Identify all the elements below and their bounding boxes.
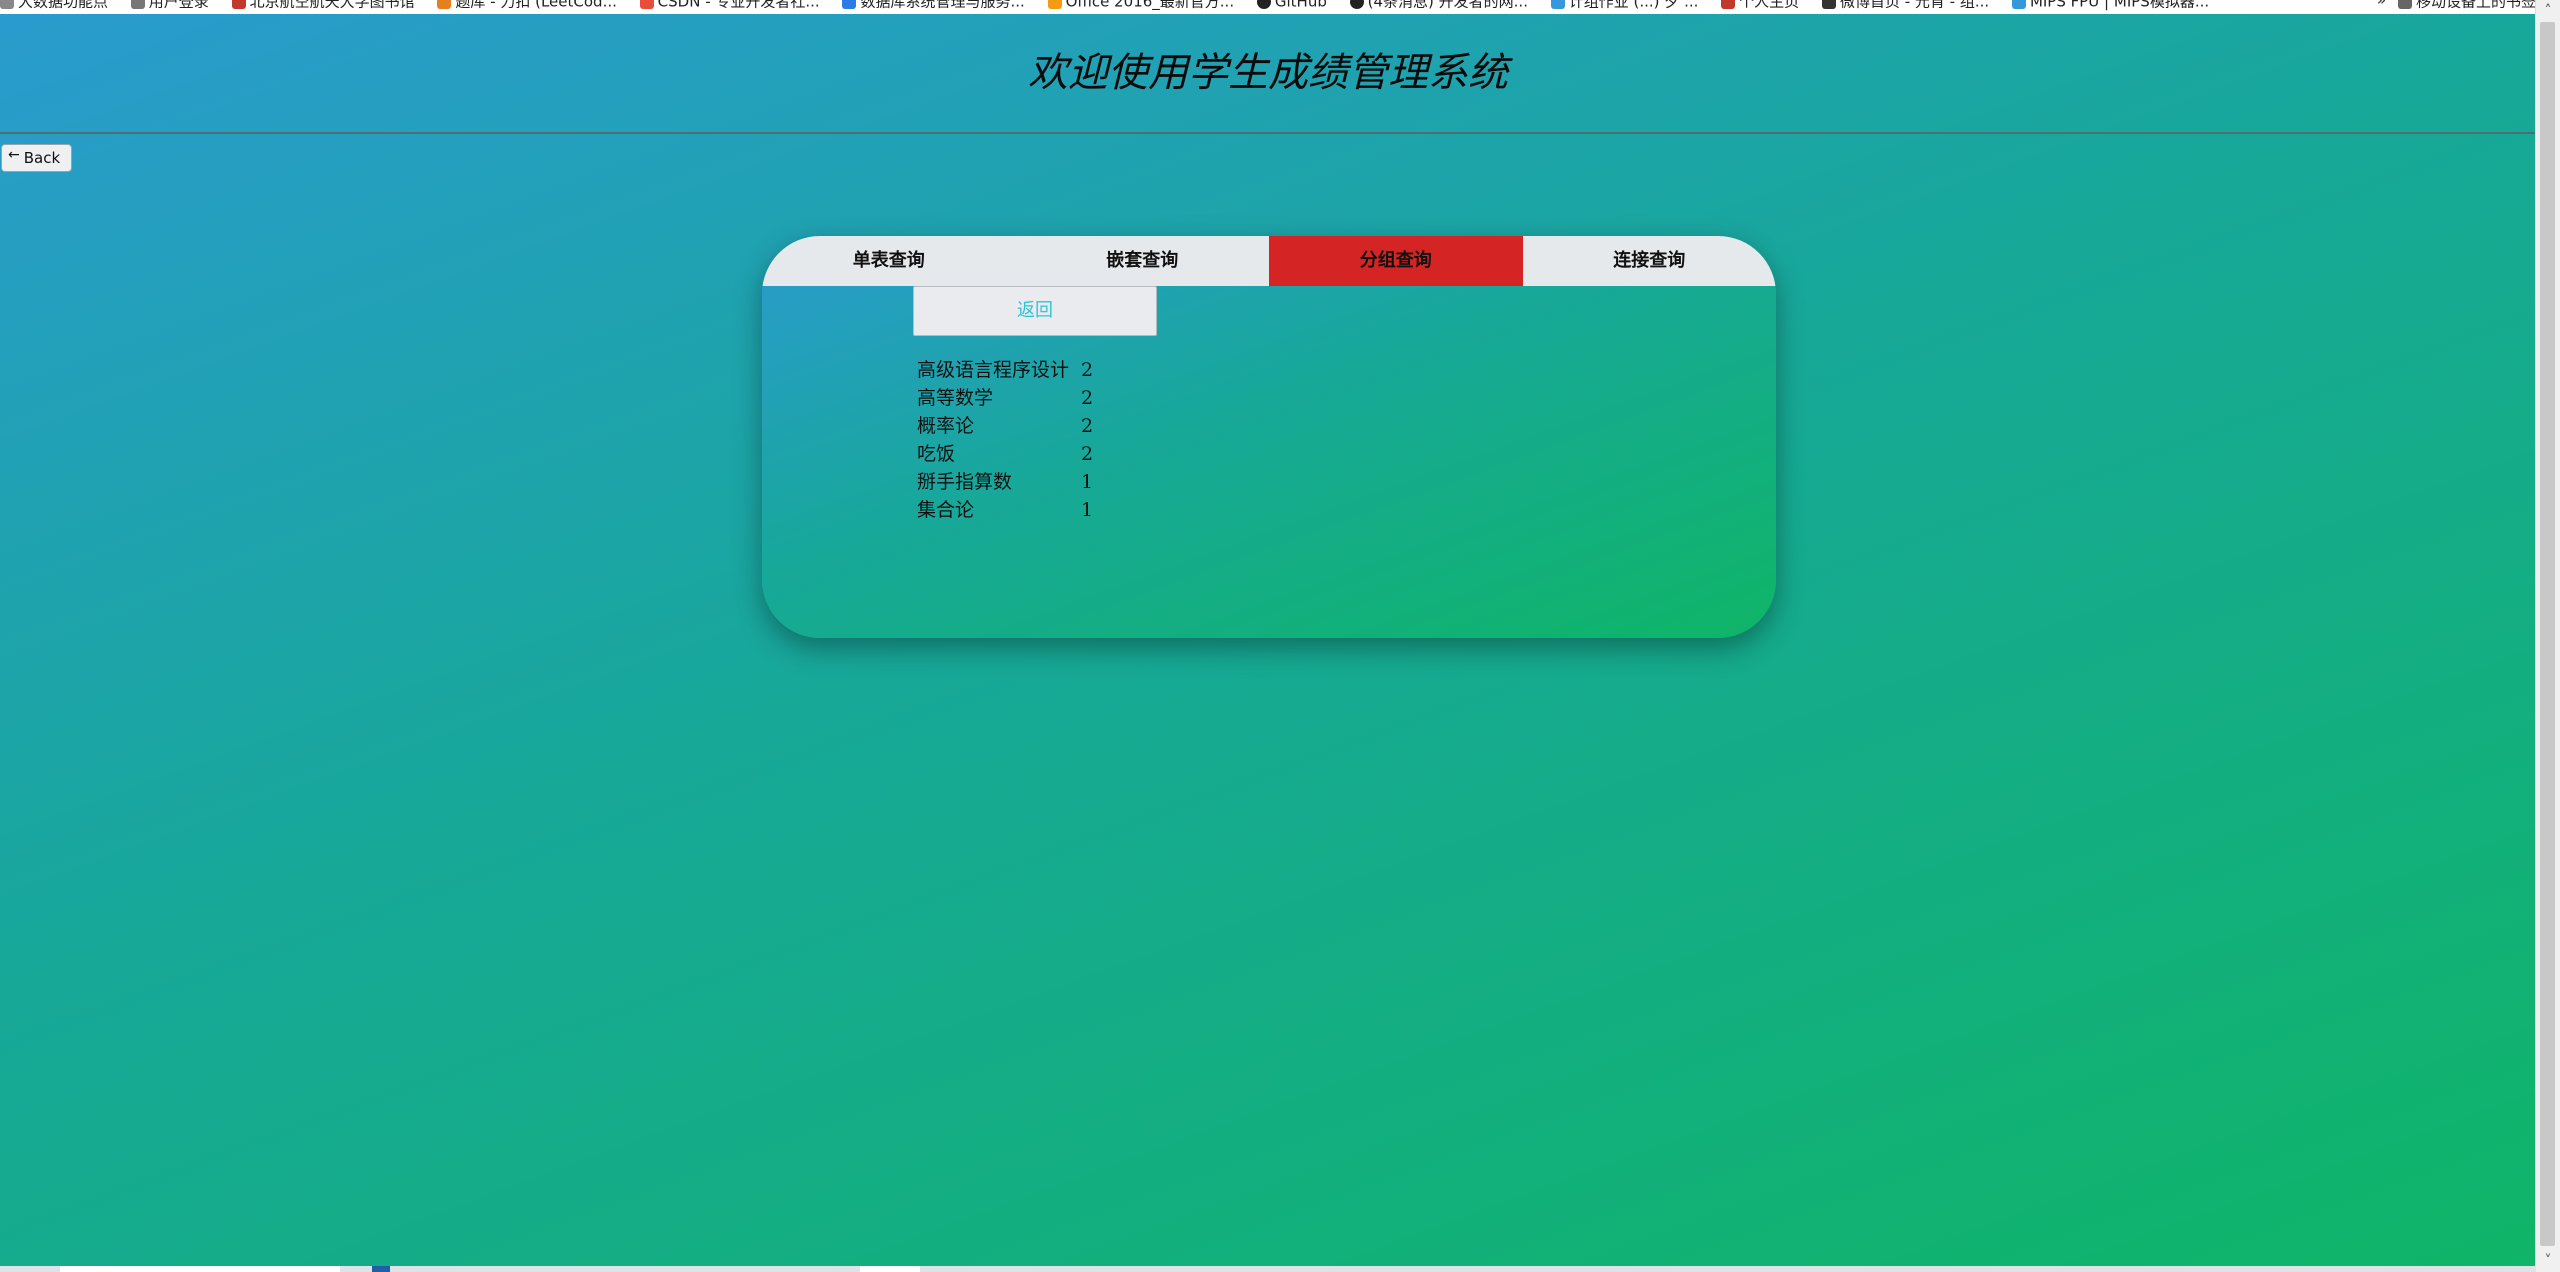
bookmark-item[interactable]: 计组作业 (...) 夕 ... <box>1550 0 1699 11</box>
bookmarks-more-button[interactable]: » <box>2377 0 2386 8</box>
bookmark-label: 个人主页 <box>1739 0 1800 11</box>
page-title: 欢迎使用学生成绩管理系统 <box>1028 50 1508 96</box>
course-count: 1 <box>1081 499 1094 521</box>
scroll-up-icon[interactable]: ˄ <box>2536 0 2560 22</box>
header: 欢迎使用学生成绩管理系统 <box>0 14 2536 134</box>
list-item: 高等数学 2 <box>917 384 1111 412</box>
bookmark-item[interactable]: CSDN - 专业开发者社... <box>639 0 820 11</box>
bookmark-icon <box>1047 0 1062 9</box>
bookmark-icon <box>130 0 145 9</box>
return-button[interactable]: 返回 <box>913 286 1157 336</box>
bookmark-label: GitHub <box>1274 0 1327 11</box>
bookmark-item[interactable]: 北京航空航天大学图书馆 <box>231 0 415 11</box>
bookmarks-bar: 大数据功能点 用户登录 北京航空航天大学图书馆 题库 - 力扣 (LeetCod… <box>0 0 2536 14</box>
group-results-list: 高级语言程序设计 2 高等数学 2 概率论 2 吃饭 2 掰手指算数 1 集合论… <box>917 356 1111 524</box>
bookmark-item[interactable]: MIPS FPU | MIPS模拟器... <box>2011 0 2210 11</box>
bookmark-item[interactable]: 个人主页 <box>1721 0 1799 9</box>
course-count: 1 <box>1081 471 1094 493</box>
query-tabs: 单表查询 嵌套查询 分组查询 连接查询 <box>762 236 1776 286</box>
bookmark-icon <box>1821 0 1836 9</box>
tab-nested-query[interactable]: 嵌套查询 <box>1015 236 1269 286</box>
course-name: 吃饭 <box>917 443 956 465</box>
bookmark-item[interactable]: 题库 - 力扣 (LeetCod... <box>437 0 617 11</box>
vertical-scrollbar[interactable]: ˄ ˅ <box>2535 0 2560 1272</box>
course-count: 2 <box>1081 359 1094 381</box>
course-name: 掰手指算数 <box>917 471 1013 493</box>
bookmark-item[interactable]: Office 2016_最新官方... <box>1047 0 1235 11</box>
bookmark-label: MIPS FPU | MIPS模拟器... <box>2029 0 2210 11</box>
strip-segment <box>860 1266 920 1272</box>
tab-join-query[interactable]: 连接查询 <box>1522 236 1776 286</box>
list-item: 概率论 2 <box>917 412 1111 440</box>
folder-icon <box>2397 0 2412 9</box>
bookmark-label: 用户登录 <box>148 0 209 11</box>
bookmark-label: 题库 - 力扣 (LeetCod... <box>455 0 617 11</box>
bookmark-icon <box>842 0 857 9</box>
bookmark-label: 微博首页 - 元宵 - 组... <box>1839 0 1990 11</box>
bookmark-label: 大数据功能点 <box>18 0 109 11</box>
tab-single-table-query[interactable]: 单表查询 <box>762 236 1016 286</box>
back-button-label: Back <box>23 149 61 167</box>
bookmark-icon <box>1721 0 1736 9</box>
bookmark-icon <box>639 0 654 9</box>
bookmark-label: 北京航空航天大学图书馆 <box>249 0 415 11</box>
list-item: 高级语言程序设计 2 <box>917 356 1111 384</box>
bookmark-icon <box>0 0 14 9</box>
course-name: 集合论 <box>917 499 975 521</box>
bookmark-icon <box>437 0 452 9</box>
bookmark-icon <box>2011 0 2026 9</box>
bookmark-icon <box>1550 0 1565 9</box>
course-count: 2 <box>1081 415 1094 437</box>
course-name: 高级语言程序设计 <box>917 359 1070 381</box>
bookmark-item[interactable]: 大数据功能点 <box>0 0 108 9</box>
bookmark-item[interactable]: 数据库系统管理与服务... <box>842 0 1025 11</box>
bookmark-label: CSDN - 专业开发者社... <box>657 0 820 11</box>
course-count: 2 <box>1081 387 1094 409</box>
github-icon <box>1256 0 1271 9</box>
bookmark-label: Office 2016_最新官方... <box>1065 0 1235 11</box>
scrollbar-thumb[interactable] <box>2540 22 2555 1246</box>
bookmark-icon <box>1349 0 1364 9</box>
bookmark-item[interactable]: GitHub <box>1256 0 1327 11</box>
strip-segment <box>60 1266 340 1272</box>
bottom-strip <box>0 1266 2536 1272</box>
query-panel: 单表查询 嵌套查询 分组查询 连接查询 返回 高级语言程序设计 2 高等数学 2… <box>762 236 1776 638</box>
bookmark-label: 数据库系统管理与服务... <box>860 0 1025 11</box>
other-bookmarks-folder[interactable]: 移动设备上的书签 <box>2397 0 2536 11</box>
list-item: 吃饭 2 <box>917 440 1111 468</box>
course-name: 高等数学 <box>917 387 994 409</box>
course-name: 概率论 <box>917 415 975 437</box>
bookmark-icon <box>231 0 246 9</box>
bookmark-item[interactable]: 微博首页 - 元宵 - 组... <box>1821 0 1990 11</box>
tab-group-query[interactable]: 分组查询 <box>1269 236 1523 286</box>
back-button[interactable]: ← Back <box>1 144 72 172</box>
bookmark-label: 计组作业 (...) 夕 ... <box>1568 0 1699 11</box>
list-item: 集合论 1 <box>917 496 1111 524</box>
scroll-down-icon[interactable]: ˅ <box>2536 1250 2560 1272</box>
course-count: 2 <box>1081 443 1094 465</box>
bookmark-item[interactable]: 用户登录 <box>130 0 209 11</box>
page: 大数据功能点 用户登录 北京航空航天大学图书馆 题库 - 力扣 (LeetCod… <box>0 0 2560 1272</box>
other-bookmarks-label: 移动设备上的书签 <box>2415 0 2536 11</box>
list-item: 掰手指算数 1 <box>917 468 1111 496</box>
bookmark-label: (4条消息) 开发者的网... <box>1367 0 1528 11</box>
arrow-left-icon: ← <box>8 147 20 163</box>
strip-segment <box>372 1266 390 1272</box>
bookmark-item[interactable]: (4条消息) 开发者的网... <box>1349 0 1528 11</box>
